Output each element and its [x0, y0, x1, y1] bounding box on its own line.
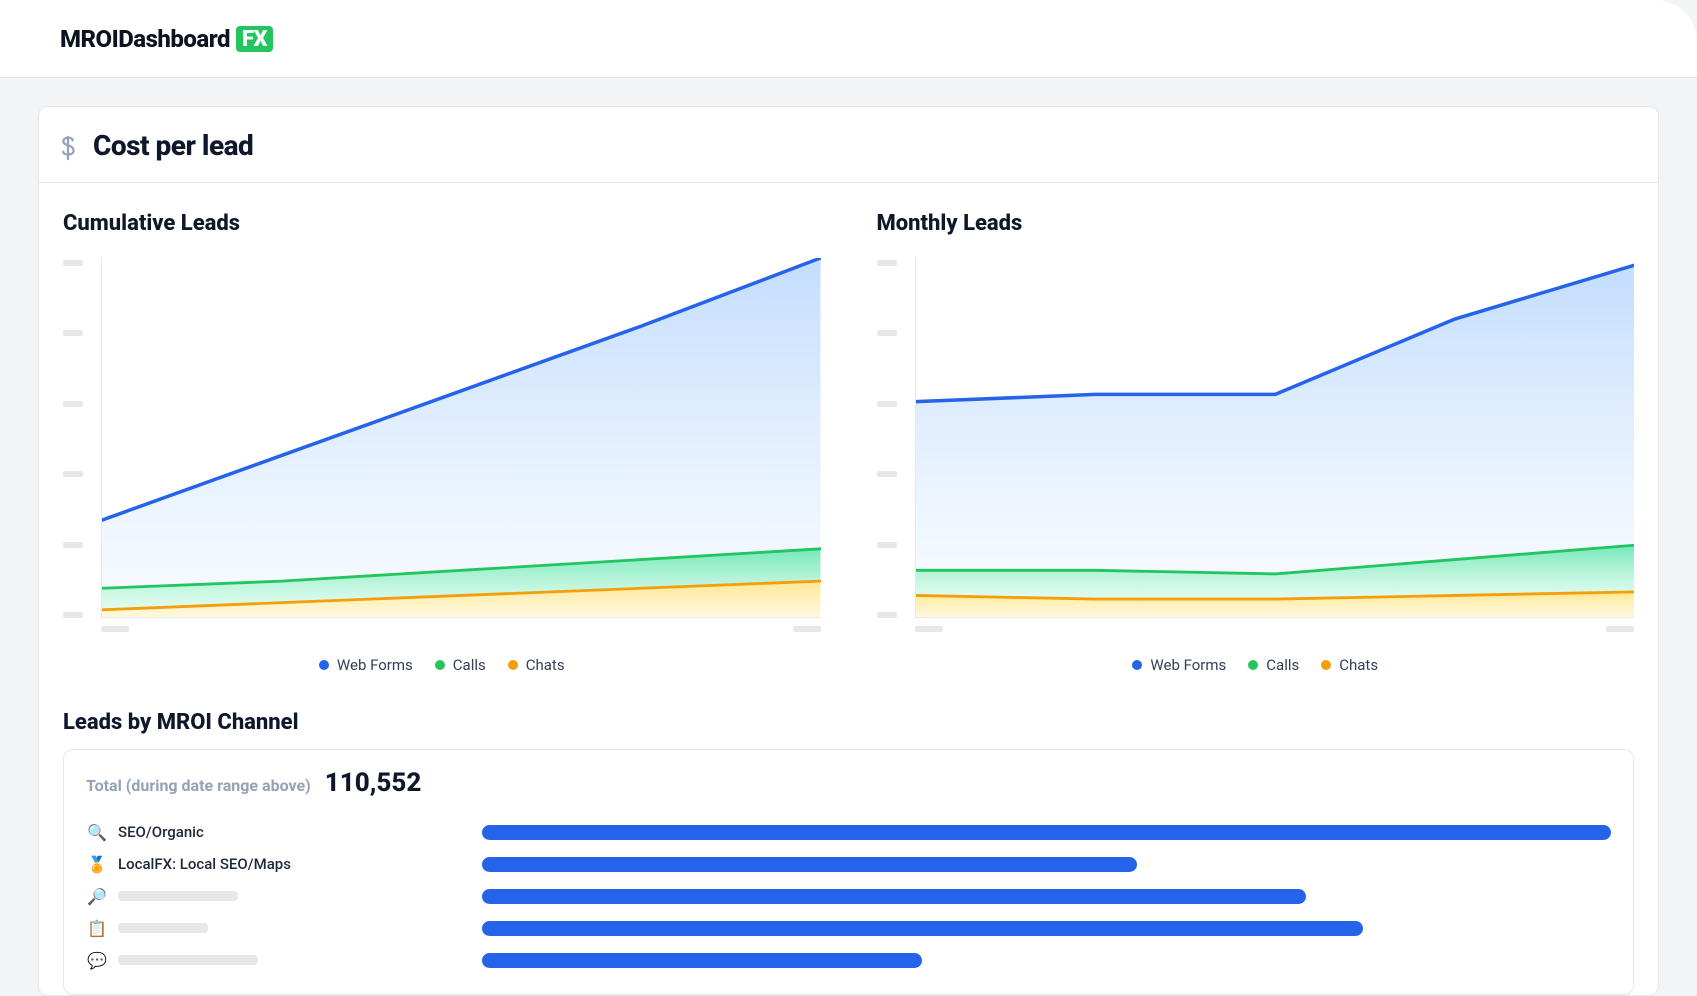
legend-dot: [435, 660, 445, 670]
chart-cumulative: Cumulative Leads: [63, 211, 821, 674]
channel-icon: 📋: [86, 919, 108, 937]
channel-label-wrap: 🏅 LocalFX: Local SEO/Maps: [86, 855, 482, 873]
channel-bar-fill: [482, 921, 1363, 936]
chart-cumulative-legend: Web Forms Calls Chats: [63, 648, 821, 674]
chart-cumulative-plot[interactable]: [101, 258, 821, 618]
leads-by-channel-title: Leads by MROI Channel: [39, 682, 1658, 749]
app-window: MROIDashboardFX Cost per lead Cumulative…: [0, 0, 1697, 996]
charts-row: Cumulative Leads: [39, 183, 1658, 682]
tick-placeholder: [877, 330, 897, 336]
legend-item-calls[interactable]: Calls: [435, 656, 486, 674]
channel-bar-track: [482, 921, 1611, 936]
dollar-icon: [57, 135, 79, 157]
legend-label: Web Forms: [337, 656, 413, 674]
tick-placeholder: [63, 542, 83, 548]
tick-placeholder: [63, 401, 83, 407]
channel-bar-track: [482, 857, 1611, 872]
channel-row[interactable]: 📋: [86, 912, 1611, 944]
chart-cumulative-title: Cumulative Leads: [63, 211, 821, 236]
legend-dot: [1321, 660, 1331, 670]
channel-label-wrap: 🔍 SEO/Organic: [86, 823, 482, 841]
leads-by-channel-panel: Total (during date range above) 110,552 …: [63, 749, 1634, 995]
channel-total-line: Total (during date range above) 110,552: [86, 768, 1611, 798]
chart-monthly-frame: [877, 258, 1635, 648]
tick-placeholder: [1606, 626, 1634, 632]
legend-label: Calls: [1266, 656, 1299, 674]
topbar: MROIDashboardFX: [0, 0, 1697, 78]
chart-monthly-title: Monthly Leads: [877, 211, 1635, 236]
channel-row[interactable]: 🔎: [86, 880, 1611, 912]
channel-rows: 🔍 SEO/Organic 🏅 LocalFX: Local SEO/Maps 🔎 📋 💬: [86, 816, 1611, 976]
body-area: Cost per lead Cumulative Leads: [0, 78, 1697, 996]
channel-label: LocalFX: Local SEO/Maps: [118, 855, 291, 873]
channel-bar-fill: [482, 857, 1137, 872]
channel-label: SEO/Organic: [118, 823, 204, 841]
tick-placeholder: [63, 330, 83, 336]
label-placeholder: [118, 955, 258, 965]
brand-logo: MROIDashboardFX: [60, 25, 273, 53]
tick-placeholder: [877, 401, 897, 407]
label-placeholder: [118, 923, 208, 933]
label-placeholder: [118, 891, 238, 901]
y-axis-ticks: [63, 258, 93, 618]
tick-placeholder: [877, 542, 897, 548]
channel-row[interactable]: 🏅 LocalFX: Local SEO/Maps: [86, 848, 1611, 880]
tick-placeholder: [63, 471, 83, 477]
legend-dot: [319, 660, 329, 670]
legend-label: Web Forms: [1150, 656, 1226, 674]
channel-bar-fill: [482, 953, 922, 968]
channel-bar-track: [482, 953, 1611, 968]
panel-title: Cost per lead: [93, 129, 253, 162]
y-axis-ticks: [877, 258, 907, 618]
tick-placeholder: [915, 626, 943, 632]
tick-placeholder: [101, 626, 129, 632]
channel-icon: 🔍: [86, 823, 108, 841]
tick-placeholder: [793, 626, 821, 632]
cost-per-lead-panel: Cost per lead Cumulative Leads: [38, 106, 1659, 996]
chart-cumulative-frame: [63, 258, 821, 648]
channel-row[interactable]: 🔍 SEO/Organic: [86, 816, 1611, 848]
brand-text: MROIDashboard: [60, 25, 230, 53]
channel-label-wrap: 🔎: [86, 887, 482, 905]
legend-label: Calls: [453, 656, 486, 674]
legend-label: Chats: [1339, 656, 1378, 674]
channel-icon: 🏅: [86, 855, 108, 873]
channel-label-wrap: 💬: [86, 951, 482, 969]
channel-icon: 💬: [86, 951, 108, 969]
channel-label-wrap: 📋: [86, 919, 482, 937]
legend-item-webforms[interactable]: Web Forms: [319, 656, 413, 674]
x-axis-ticks: [915, 626, 1635, 632]
legend-dot: [1132, 660, 1142, 670]
legend-item-chats[interactable]: Chats: [508, 656, 565, 674]
tick-placeholder: [63, 260, 83, 266]
legend-label: Chats: [526, 656, 565, 674]
legend-item-webforms[interactable]: Web Forms: [1132, 656, 1226, 674]
chart-monthly: Monthly Leads: [877, 211, 1635, 674]
chart-monthly-legend: Web Forms Calls Chats: [877, 648, 1635, 674]
channel-total-value: 110,552: [325, 768, 422, 798]
chart-monthly-plot[interactable]: [915, 258, 1635, 618]
legend-item-chats[interactable]: Chats: [1321, 656, 1378, 674]
x-axis-ticks: [101, 626, 821, 632]
tick-placeholder: [877, 471, 897, 477]
tick-placeholder: [63, 612, 83, 618]
brand-fx-badge: FX: [236, 26, 273, 52]
channel-bar-fill: [482, 825, 1611, 840]
tick-placeholder: [877, 612, 897, 618]
channel-row[interactable]: 💬: [86, 944, 1611, 976]
channel-bar-fill: [482, 889, 1306, 904]
tick-placeholder: [877, 260, 897, 266]
channel-bar-track: [482, 889, 1611, 904]
legend-dot: [1248, 660, 1258, 670]
panel-header: Cost per lead: [39, 107, 1658, 183]
legend-dot: [508, 660, 518, 670]
channel-total-label: Total (during date range above): [86, 776, 311, 795]
channel-bar-track: [482, 825, 1611, 840]
legend-item-calls[interactable]: Calls: [1248, 656, 1299, 674]
channel-icon: 🔎: [86, 887, 108, 905]
